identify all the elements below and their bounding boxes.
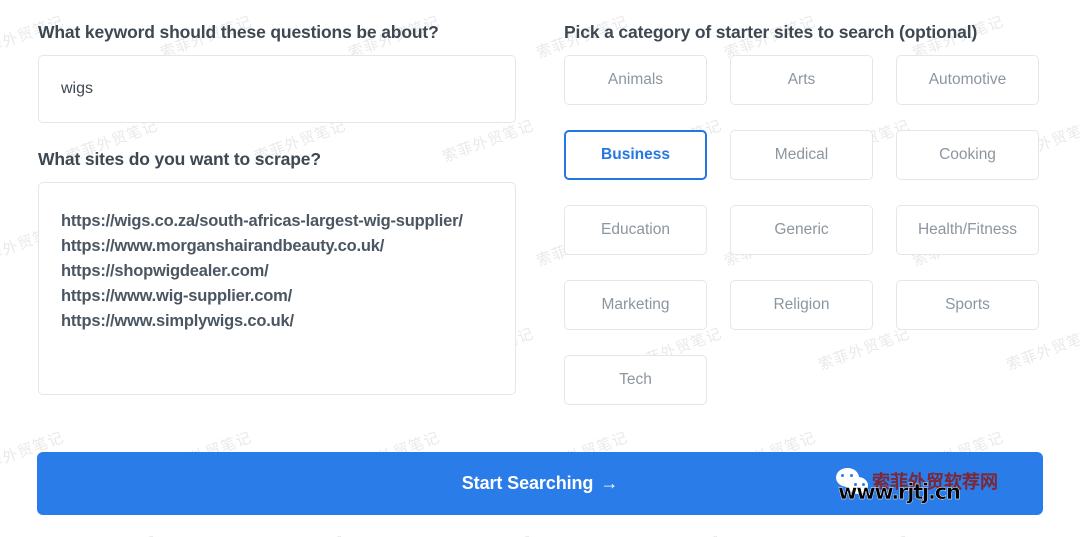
category-button-medical[interactable]: Medical bbox=[730, 130, 873, 180]
sites-field-label: What sites do you want to scrape? bbox=[38, 149, 321, 169]
arrow-right-icon: → bbox=[600, 473, 619, 493]
site-url-line: https://www.simplywigs.co.uk/ bbox=[61, 312, 294, 330]
sites-textarea[interactable]: https://wigs.co.za/south-africas-largest… bbox=[38, 182, 516, 395]
start-searching-button[interactable]: Start Searching → bbox=[37, 452, 1043, 515]
watermark-tile: 索菲外贸笔记 bbox=[1003, 530, 1080, 537]
category-button-business[interactable]: Business bbox=[564, 130, 707, 180]
category-button-religion[interactable]: Religion bbox=[730, 280, 873, 330]
watermark-tile: 索菲外贸笔记 bbox=[439, 530, 536, 537]
site-url-line: https://www.wig-supplier.com/ bbox=[61, 287, 293, 305]
category-button-cooking[interactable]: Cooking bbox=[896, 130, 1039, 180]
category-button-generic[interactable]: Generic bbox=[730, 205, 873, 255]
watermark-tile: 索菲外贸笔记 bbox=[815, 530, 912, 537]
site-url-line: https://shopwigdealer.com/ bbox=[61, 262, 269, 280]
right-column: Pick a category of starter sites to sear… bbox=[564, 22, 1042, 405]
watermark-tile: 索菲外贸笔记 bbox=[63, 530, 160, 537]
category-button-sports[interactable]: Sports bbox=[896, 280, 1039, 330]
category-button-arts[interactable]: Arts bbox=[730, 55, 873, 105]
category-button-health-fitness[interactable]: Health/Fitness bbox=[896, 205, 1039, 255]
watermark-tile: 索菲外贸笔记 bbox=[251, 530, 348, 537]
category-section-label: Pick a category of starter sites to sear… bbox=[564, 22, 978, 42]
category-button-automotive[interactable]: Automotive bbox=[896, 55, 1039, 105]
watermark-tile: 索菲外贸笔记 bbox=[627, 530, 724, 537]
scraper-setup-page: 索菲外贸笔记 索菲外贸笔记 索菲外贸笔记 索菲外贸笔记 索菲外贸笔记 索菲外贸笔记 索菲外贸… bbox=[0, 0, 1080, 537]
category-button-education[interactable]: Education bbox=[564, 205, 707, 255]
start-searching-label: Start Searching bbox=[461, 473, 594, 493]
category-button-animals[interactable]: Animals bbox=[564, 55, 707, 105]
keyword-field-label: What keyword should these questions be a… bbox=[38, 22, 439, 42]
category-button-marketing[interactable]: Marketing bbox=[564, 280, 707, 330]
category-button-tech[interactable]: Tech bbox=[564, 355, 707, 405]
site-url-line: https://wigs.co.za/south-africas-largest… bbox=[61, 212, 463, 230]
site-url-line: https://www.morganshairandbeauty.co.uk/ bbox=[61, 237, 385, 255]
category-grid: Animals Arts Automotive Business Medical Cook… bbox=[564, 55, 1042, 405]
keyword-input[interactable] bbox=[38, 55, 516, 123]
left-column: What keyword should these questions be a… bbox=[38, 22, 516, 395]
